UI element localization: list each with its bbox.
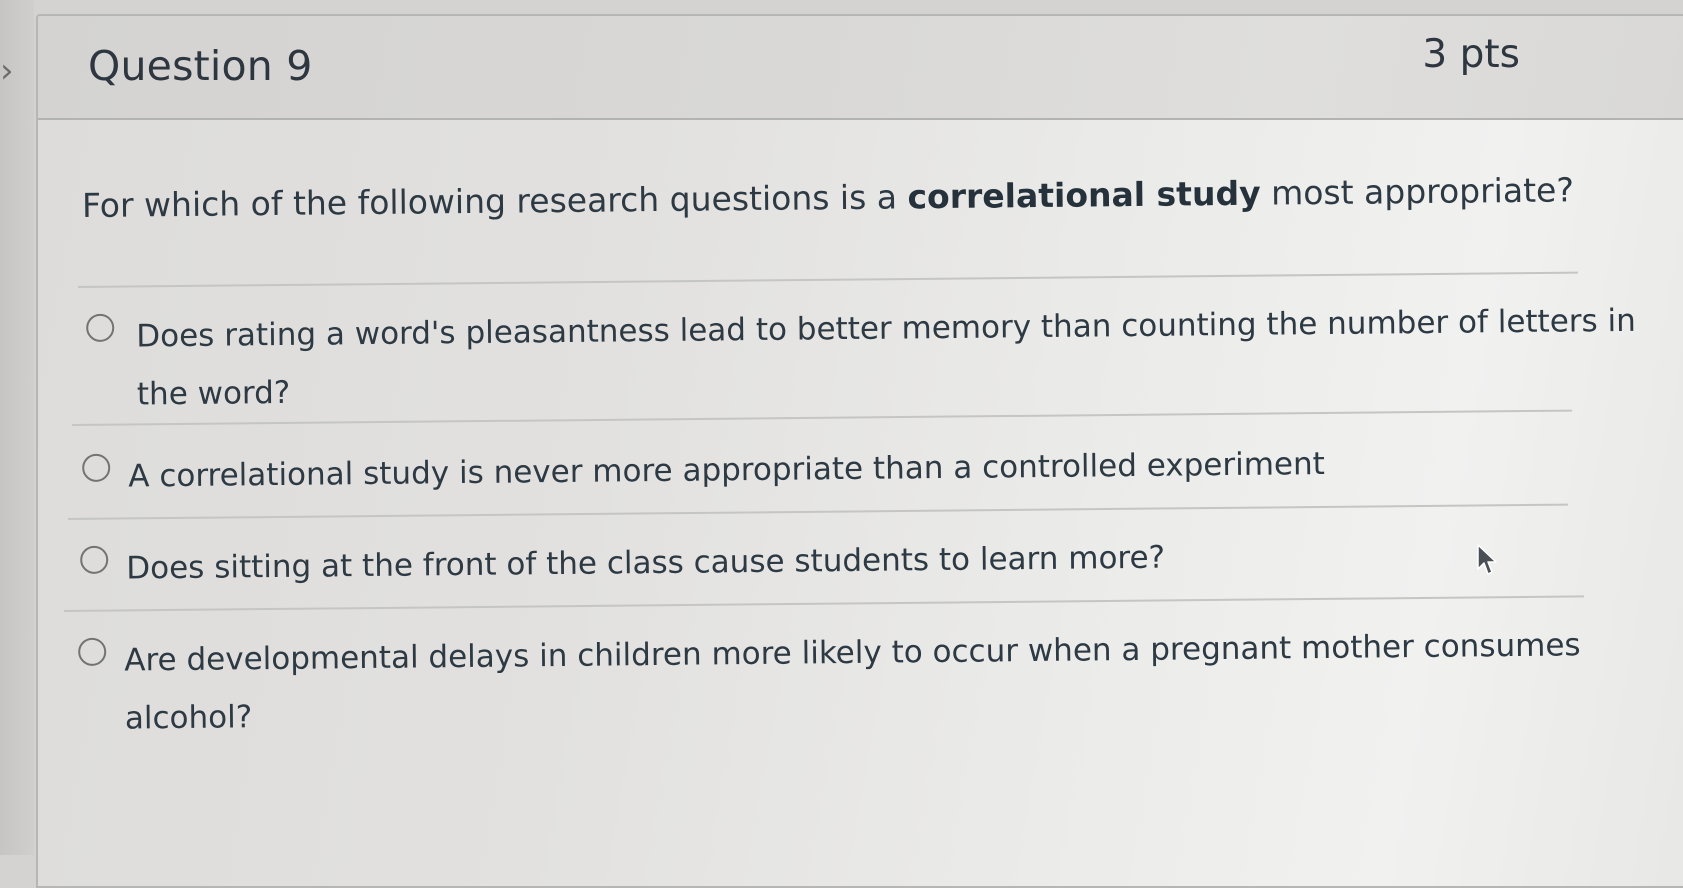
radio-unselected-icon[interactable] [86,313,115,342]
chevron-right-icon[interactable]: › [0,52,20,90]
question-text: For which of the following research ques… [82,170,1574,225]
question-title: Question 9 [88,42,313,90]
radio-unselected-icon[interactable] [82,453,111,482]
answer-option-4-label[interactable]: Are developmental delays in children mor… [124,616,1581,747]
answer-divider-3 [63,595,1584,612]
answer-option-2-label[interactable]: A correlational study is never more appr… [128,435,1325,506]
answer-option-1-label[interactable]: Does rating a word's pleasantness lead t… [136,292,1637,424]
answer-divider-2 [67,503,1568,520]
question-points: 3 pts [1422,32,1520,77]
answers-divider-top [77,271,1578,288]
question-text-part-2: most appropriate? [1260,170,1575,213]
question-text-emphasis: correlational study [907,173,1261,217]
question-header: Question 9 3 pts [38,16,1683,120]
question-card: Question 9 3 pts For which of the follow… [36,14,1683,888]
mouse-pointer-icon [1477,544,1497,575]
answer-option-3-label[interactable]: Does sitting at the front of the class c… [126,529,1165,598]
question-text-part-1: For which of the following research ques… [81,177,908,225]
radio-unselected-icon[interactable] [78,637,107,666]
radio-unselected-icon[interactable] [80,545,109,574]
left-gutter: › [0,0,34,855]
